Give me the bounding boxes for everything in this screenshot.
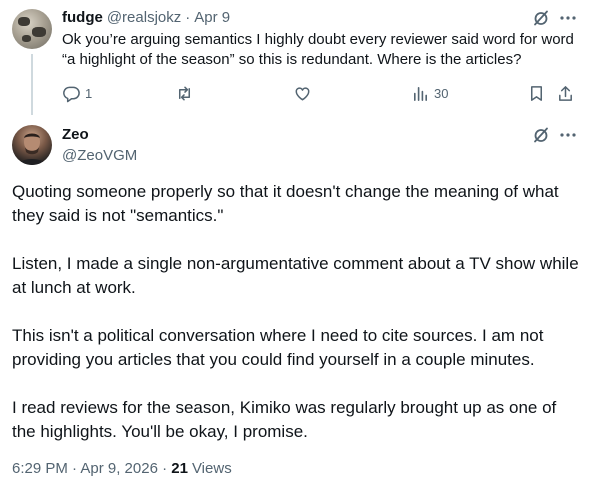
avatar[interactable] [12,9,52,49]
post-date[interactable]: Apr 9 [194,9,230,26]
action-bar: 1 30 [62,82,582,104]
post-timestamp[interactable]: 6:29 PM · Apr 9, 2026 · [12,460,171,477]
reply-tweet[interactable]: fudge @realsjokz · Apr 9 Ok you’re argui… [0,0,593,115]
tweet-text: Ok you’re arguing semantics I highly dou… [62,31,574,68]
author-name[interactable]: Zeo [62,126,89,143]
paragraph: Listen, I made a single non-argumentativ… [12,254,579,297]
share-button[interactable] [556,82,575,104]
author-handle[interactable]: @realsjokz [107,9,181,26]
paragraph: I read reviews for the season, Kimiko wa… [12,398,557,441]
avatar[interactable] [12,125,52,165]
like-icon [295,86,310,100]
like-button[interactable] [293,82,316,104]
bookmark-button[interactable] [527,82,546,104]
separator: · [185,9,191,26]
views-button[interactable]: 30 [411,82,448,104]
author-handle[interactable]: @ZeoVGM [62,147,137,164]
thread-line [31,54,33,115]
reply-button[interactable]: 1 [62,82,92,104]
grok-icon[interactable] [531,8,551,28]
grok-icon[interactable] [531,125,551,145]
post-meta: 6:29 PM · Apr 9, 2026 · 21 Views [12,460,232,477]
view-count: 21 [171,460,188,477]
paragraph: This isn't a political conversation wher… [12,326,544,369]
tweet-header: fudge @realsjokz · Apr 9 [62,9,230,27]
repost-button[interactable] [175,82,198,104]
reply-count: 1 [85,85,93,101]
main-tweet: Zeo @ZeoVGM Quoting someone properly so … [0,115,593,495]
paragraph: Quoting someone properly so that it does… [12,182,559,225]
bookmark-icon [530,85,543,101]
author-name[interactable]: fudge [62,9,103,26]
views-label: Views [191,460,232,477]
repost-icon [178,86,191,100]
more-icon[interactable] [558,8,578,28]
reply-icon [63,86,80,102]
share-icon [559,85,572,101]
tweet-text: Quoting someone properly so that it does… [12,180,582,444]
more-icon[interactable] [558,125,578,145]
views-count: 30 [434,85,449,101]
views-icon [413,86,428,101]
